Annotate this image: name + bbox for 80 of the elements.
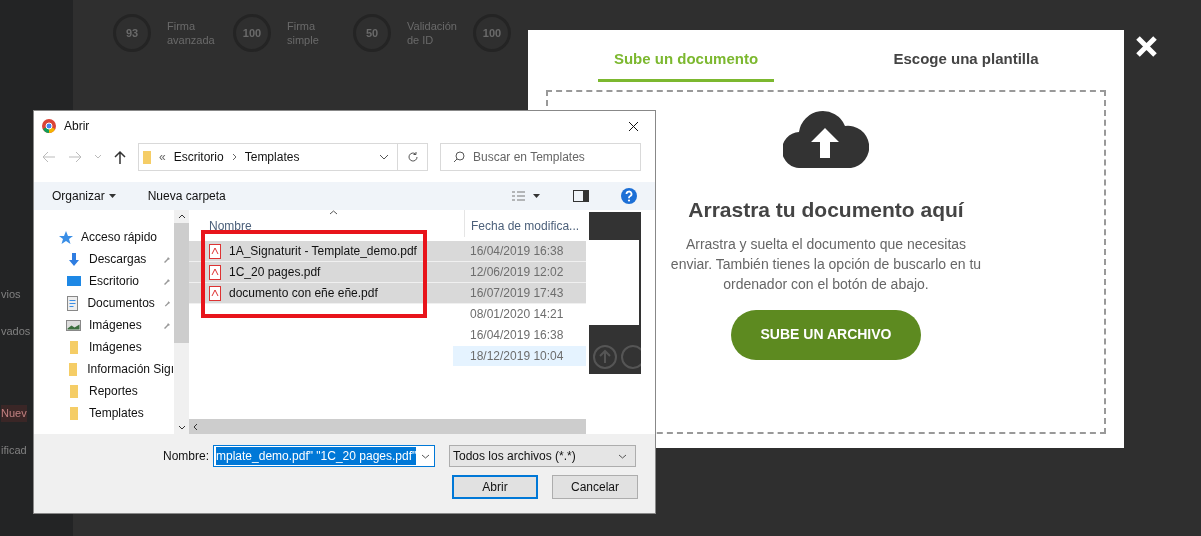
- score-ring: 50: [353, 14, 391, 52]
- separator-icon: [231, 153, 237, 161]
- scroll-down-icon[interactable]: [177, 425, 186, 430]
- drop-description: Arrastra y suelta el documento que necesitas enviar. También tienes la opción de buscarlo en tu ordenador con el botón de abajo.: [669, 234, 983, 294]
- filename-field[interactable]: mplate_demo.pdf" "1C_20 pages.pdf": [213, 445, 435, 467]
- close-icon[interactable]: [628, 120, 639, 132]
- window-title: Abrir: [64, 118, 90, 135]
- organize-menu[interactable]: Organizar: [52, 187, 116, 205]
- monitor-icon: [66, 276, 81, 286]
- column-header[interactable]: Fecha de modifica...: [464, 210, 586, 237]
- search-icon: [453, 151, 465, 163]
- scroll-thumb[interactable]: [174, 223, 189, 343]
- nav-item[interactable]: Documentos: [34, 292, 174, 314]
- tab[interactable]: Escoge una plantilla: [877, 30, 1055, 82]
- folder-icon: [69, 384, 78, 398]
- nav-item[interactable]: Acceso rápido: [34, 226, 174, 248]
- upload-button[interactable]: SUBE UN ARCHIVO: [731, 309, 921, 360]
- preview-pane-icon[interactable]: [573, 190, 589, 202]
- search-field[interactable]: Buscar en Templates: [440, 143, 641, 171]
- up-circle-icon: [593, 345, 617, 369]
- scrollbar[interactable]: [174, 210, 189, 434]
- up-arrow-icon[interactable]: [114, 150, 126, 164]
- sidebar-badge: Nuev: [1, 405, 27, 422]
- nav-item[interactable]: Templates: [34, 402, 174, 424]
- cancel-button[interactable]: Cancelar: [552, 475, 638, 499]
- breadcrumb[interactable]: Escritorio: [173, 148, 224, 166]
- chevron-icon[interactable]: [379, 154, 389, 160]
- nav-item[interactable]: Información Sigı: [34, 358, 174, 380]
- sidebar-text: ificad: [1, 442, 27, 458]
- pin-icon: [162, 255, 170, 263]
- down-arrow-icon: [68, 252, 79, 266]
- scroll-up-icon[interactable]: [177, 214, 186, 219]
- column-header[interactable]: Nombre: [189, 210, 464, 237]
- star-icon: [58, 230, 73, 244]
- pin-icon: [162, 299, 170, 307]
- browser-logo-icon: [42, 119, 56, 133]
- pdf-file-icon: [209, 243, 221, 259]
- folder-icon: [143, 150, 151, 164]
- chevron-icon: [421, 453, 430, 459]
- new-folder-button[interactable]: Nueva carpeta: [147, 187, 226, 205]
- scroll-left-icon[interactable]: [193, 422, 198, 431]
- chevron-icon: [618, 453, 627, 459]
- nav-item[interactable]: Imágenes: [34, 336, 174, 358]
- pin-icon: [162, 321, 170, 329]
- file-type-select[interactable]: Todos los archivos (*.*): [449, 445, 636, 467]
- folder-icon: [69, 406, 78, 420]
- file-row[interactable]: documento con eñe eñe.pdf 16/07/2019 17:43: [189, 283, 586, 304]
- nav-item[interactable]: Reportes: [34, 380, 174, 402]
- view-options-icon[interactable]: [511, 191, 541, 201]
- address-bar[interactable]: « Escritorio Templates: [138, 143, 428, 171]
- refresh-icon[interactable]: [406, 151, 419, 163]
- help-icon[interactable]: [621, 188, 637, 204]
- stat-label: Firma avanzada: [167, 19, 216, 47]
- nav-item[interactable]: Imágenes: [34, 314, 174, 336]
- stat-label: Firma simple: [287, 19, 320, 47]
- document-icon: [67, 295, 79, 311]
- sort-caret-icon: [329, 210, 338, 215]
- folder-icon: [68, 362, 77, 376]
- cloud-upload-icon: [783, 110, 869, 168]
- sidebar-text: vados: [1, 323, 31, 339]
- file-row[interactable]: 1A_Signaturit - Template_demo.pdf 16/04/2019 16:38: [189, 241, 586, 262]
- filename-label: Nombre:: [163, 448, 209, 465]
- open-button[interactable]: Abrir: [452, 475, 538, 499]
- pictures-icon: [66, 319, 81, 331]
- score-ring: 93: [113, 14, 151, 52]
- nav-item[interactable]: Descargas: [34, 248, 174, 270]
- folder-icon: [69, 340, 78, 354]
- file-row[interactable]: 1C_20 pages.pdf 12/06/2019 12:02: [189, 262, 586, 283]
- breadcrumb[interactable]: Templates: [244, 148, 300, 166]
- overflow-chevrons[interactable]: «: [159, 148, 166, 166]
- score-ring: 100: [473, 14, 511, 52]
- score-ring: 100: [233, 14, 271, 52]
- pdf-file-icon: [209, 264, 221, 280]
- drop-heading: Arrastra tu documento aquí: [688, 197, 964, 223]
- horizontal-scrollbar[interactable]: [189, 419, 586, 434]
- nav-item[interactable]: Escritorio: [34, 270, 174, 292]
- pin-icon: [162, 277, 170, 285]
- pdf-file-icon: [209, 285, 221, 301]
- caret-icon: [108, 194, 116, 198]
- sidebar-text: vios: [1, 287, 21, 302]
